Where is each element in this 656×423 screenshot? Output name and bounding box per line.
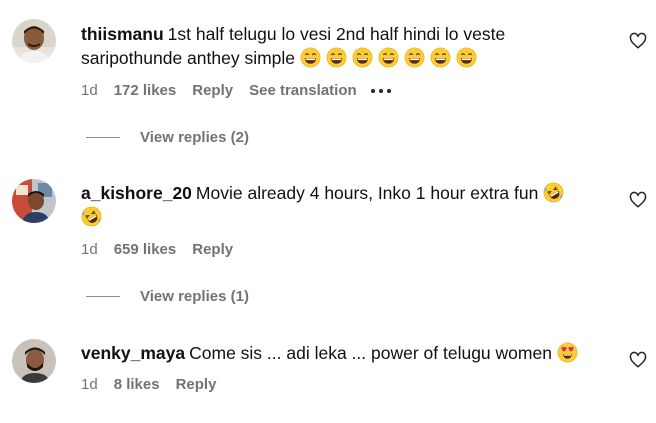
comment-text: venky_maya Come sis ... adi leka ... powe… xyxy=(81,341,611,365)
comment-age: 1d xyxy=(81,82,98,99)
comment-age: 1d xyxy=(81,376,98,393)
grinning-sweat-emoji-icon xyxy=(378,47,399,68)
comment-text-line: Movie already 4 hours, Inko 1 hour extra… xyxy=(195,183,539,203)
comment-text-line: saripothunde anthey simple xyxy=(81,46,611,70)
emoji-row xyxy=(81,206,107,227)
grinning-sweat-emoji-icon xyxy=(404,47,425,68)
avatar[interactable] xyxy=(12,19,56,63)
reply-button[interactable]: Reply xyxy=(176,376,217,393)
view-replies-button[interactable]: View replies (1) xyxy=(86,288,249,305)
comment-text-line: Come sis ... adi leka ... power of telug… xyxy=(189,343,552,363)
rolling-laughing-emoji-icon xyxy=(81,206,102,227)
replies-divider xyxy=(86,296,120,297)
comment-meta: 1d 8 likes Reply xyxy=(81,376,232,393)
comment-meta: 1d 172 likes Reply See translation xyxy=(81,82,391,99)
comment-text-line xyxy=(81,205,611,229)
grinning-sweat-emoji-icon xyxy=(326,47,347,68)
emoji-row xyxy=(557,342,583,363)
likes-count[interactable]: 659 likes xyxy=(114,241,177,258)
view-replies-label[interactable]: View replies (2) xyxy=(140,129,249,146)
view-replies-label[interactable]: View replies (1) xyxy=(140,288,249,305)
emoji-row xyxy=(543,182,569,203)
likes-count[interactable]: 8 likes xyxy=(114,376,160,393)
emoji-row xyxy=(300,47,482,68)
more-options-icon[interactable] xyxy=(370,88,391,93)
avatar[interactable] xyxy=(12,179,56,223)
comment-username[interactable]: venky_maya xyxy=(81,343,185,363)
reply-button[interactable]: Reply xyxy=(192,241,233,258)
reply-button[interactable]: Reply xyxy=(192,82,233,99)
heart-outline-icon[interactable] xyxy=(629,191,647,209)
avatar[interactable] xyxy=(12,339,56,383)
grinning-sweat-emoji-icon xyxy=(352,47,373,68)
comment-username[interactable]: thiismanu xyxy=(81,24,164,44)
grinning-sweat-emoji-icon xyxy=(456,47,477,68)
comment-text: thiismanu 1st half telugu lo vesi 2nd hal… xyxy=(81,22,611,46)
heart-outline-icon[interactable] xyxy=(629,32,647,50)
grinning-sweat-emoji-icon xyxy=(430,47,451,68)
comment-age: 1d xyxy=(81,241,98,258)
comment-text: a_kishore_20 Movie already 4 hours, Inko … xyxy=(81,181,611,205)
rolling-laughing-emoji-icon xyxy=(543,182,564,203)
comment-text-line: 1st half telugu lo vesi 2nd half hindi l… xyxy=(167,24,506,44)
replies-divider xyxy=(86,137,120,138)
likes-count[interactable]: 172 likes xyxy=(114,82,177,99)
heart-eyes-emoji-icon xyxy=(557,342,578,363)
grinning-sweat-emoji-icon xyxy=(300,47,321,68)
see-translation-button[interactable]: See translation xyxy=(249,82,357,99)
comment-text-line: saripothunde anthey simple xyxy=(81,48,296,68)
view-replies-button[interactable]: View replies (2) xyxy=(86,129,249,146)
comment-username[interactable]: a_kishore_20 xyxy=(81,183,192,203)
heart-outline-icon[interactable] xyxy=(629,351,647,369)
comment-meta: 1d 659 likes Reply xyxy=(81,241,249,258)
